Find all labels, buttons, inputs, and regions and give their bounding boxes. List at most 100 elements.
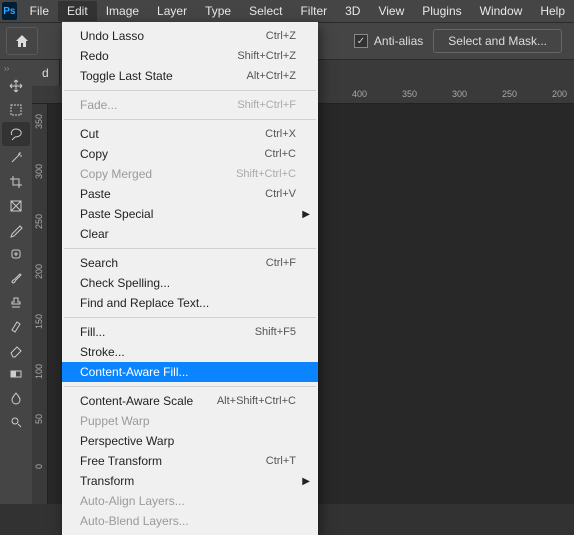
menu-layer[interactable]: Layer	[148, 1, 196, 21]
menu-item-fill[interactable]: Fill...Shift+F5	[62, 322, 318, 342]
menu-item-copy[interactable]: CopyCtrl+C	[62, 144, 318, 164]
menu-3d[interactable]: 3D	[336, 1, 369, 21]
ruler-tick: 400	[352, 89, 367, 99]
tool-dodge[interactable]	[2, 410, 30, 434]
ruler-tick: 200	[552, 89, 567, 99]
menu-window[interactable]: Window	[471, 1, 532, 21]
edit-menu-dropdown: Undo LassoCtrl+Z Redo Shift+Ctrl+Z Toggle L…	[62, 22, 318, 535]
menu-item-check-spelling[interactable]: Check Spelling...	[62, 273, 318, 293]
eyedropper-icon	[8, 222, 24, 238]
menu-item-label: Search	[80, 256, 118, 270]
document-tab[interactable]: d	[32, 60, 60, 86]
menu-item-label: Transform	[80, 474, 134, 488]
menu-help[interactable]: Help	[531, 1, 574, 21]
tool-gradient[interactable]	[2, 362, 30, 386]
menu-view[interactable]: View	[369, 1, 413, 21]
tool-lasso[interactable]	[2, 122, 30, 146]
tool-marquee[interactable]	[2, 98, 30, 122]
ruler-tick: 250	[502, 89, 517, 99]
menu-item-toggle-last-state[interactable]: Toggle Last StateAlt+Ctrl+Z	[62, 66, 318, 86]
tool-eraser[interactable]	[2, 338, 30, 362]
menu-item-search[interactable]: SearchCtrl+F	[62, 253, 318, 273]
ruler-tick: 250	[34, 214, 44, 229]
ruler-tick: 350	[34, 114, 44, 129]
menu-item-label: Fill...	[80, 325, 105, 339]
menu-item-label: Auto-Blend Layers...	[80, 514, 189, 528]
frame-icon	[8, 198, 24, 214]
menu-shortcut: Ctrl+Z	[266, 30, 296, 42]
menu-item-label: Content-Aware Scale	[80, 394, 193, 408]
tool-brush[interactable]	[2, 266, 30, 290]
home-button[interactable]	[6, 27, 38, 55]
menu-item-auto-blend-layers: Auto-Blend Layers...	[62, 511, 318, 531]
menubar: Ps FileEditImageLayerTypeSelectFilter3DV…	[0, 0, 574, 22]
tool-move[interactable]	[2, 74, 30, 98]
tool-history[interactable]	[2, 314, 30, 338]
tool-wand[interactable]	[2, 146, 30, 170]
menu-item-perspective-warp[interactable]: Perspective Warp	[62, 431, 318, 451]
menu-item-label: Auto-Align Layers...	[80, 494, 185, 508]
menu-type[interactable]: Type	[196, 1, 240, 21]
tool-crop[interactable]	[2, 170, 30, 194]
anti-alias-checkbox[interactable]: ✓ Anti-alias	[354, 34, 423, 48]
wand-icon	[8, 150, 24, 166]
menu-item-stroke[interactable]: Stroke...	[62, 342, 318, 362]
menu-file[interactable]: File	[21, 1, 58, 21]
menu-shortcut: Ctrl+V	[265, 188, 296, 200]
menu-item-label: Paste	[80, 187, 111, 201]
menu-separator	[64, 317, 316, 318]
tool-frame[interactable]	[2, 194, 30, 218]
menu-item-paste-special[interactable]: Paste Special▶	[62, 204, 318, 224]
ruler-tick: 200	[34, 264, 44, 279]
check-icon: ✓	[354, 34, 368, 48]
expand-icon[interactable]: ››	[0, 64, 32, 72]
menu-shortcut: Shift+Ctrl+Z	[237, 50, 296, 62]
ruler-tick: 300	[452, 89, 467, 99]
menu-item-label: Copy	[80, 147, 108, 161]
menu-item-undo-lasso[interactable]: Undo LassoCtrl+Z	[62, 26, 318, 46]
submenu-arrow-icon: ▶	[302, 476, 310, 487]
menu-filter[interactable]: Filter	[291, 1, 336, 21]
stamp-icon	[8, 294, 24, 310]
menu-item-label: Free Transform	[80, 454, 162, 468]
menu-item-content-aware-fill[interactable]: Content-Aware Fill...	[62, 362, 318, 382]
menu-item-label: Redo	[80, 49, 109, 63]
menu-item-label: Toggle Last State	[80, 69, 173, 83]
ruler-tick: 300	[34, 164, 44, 179]
tool-heal[interactable]	[2, 242, 30, 266]
tab-label: d	[42, 66, 49, 80]
menu-item-paste[interactable]: Paste Ctrl+V	[62, 184, 318, 204]
menu-plugins[interactable]: Plugins	[413, 1, 470, 21]
menu-item-label: Puppet Warp	[80, 414, 150, 428]
blur-icon	[8, 390, 24, 406]
menu-item-cut[interactable]: Cut Ctrl+X	[62, 124, 318, 144]
menu-item-label: Content-Aware Fill...	[80, 365, 189, 379]
menu-item-auto-align-layers: Auto-Align Layers...	[62, 491, 318, 511]
ruler-tick: 50	[34, 414, 44, 424]
tool-eyedropper[interactable]	[2, 218, 30, 242]
menu-select[interactable]: Select	[240, 1, 291, 21]
select-and-mask-button[interactable]: Select and Mask...	[433, 29, 562, 53]
menu-item-label: Paste Special	[80, 207, 153, 221]
menu-shortcut: Ctrl+X	[265, 128, 296, 140]
menu-item-find-and-replace-text[interactable]: Find and Replace Text...	[62, 293, 318, 313]
menu-item-label: Clear	[80, 227, 109, 241]
menu-edit[interactable]: Edit	[58, 1, 97, 21]
menu-item-content-aware-scale[interactable]: Content-Aware ScaleAlt+Shift+Ctrl+C	[62, 391, 318, 411]
tool-blur[interactable]	[2, 386, 30, 410]
menu-item-free-transform[interactable]: Free TransformCtrl+T	[62, 451, 318, 471]
menu-item-label: Cut	[80, 127, 99, 141]
menu-image[interactable]: Image	[97, 1, 148, 21]
menu-item-label: Fade...	[80, 98, 117, 112]
eraser-icon	[8, 342, 24, 358]
tool-stamp[interactable]	[2, 290, 30, 314]
move-icon	[8, 78, 24, 94]
menu-item-redo[interactable]: Redo Shift+Ctrl+Z	[62, 46, 318, 66]
ruler-tick: 0	[34, 464, 44, 469]
crop-icon	[8, 174, 24, 190]
menu-item-puppet-warp: Puppet Warp	[62, 411, 318, 431]
marquee-icon	[8, 102, 24, 118]
menu-item-clear[interactable]: Clear	[62, 224, 318, 244]
menu-shortcut: Shift+Ctrl+F	[237, 99, 296, 111]
menu-item-transform[interactable]: Transform ▶	[62, 471, 318, 491]
